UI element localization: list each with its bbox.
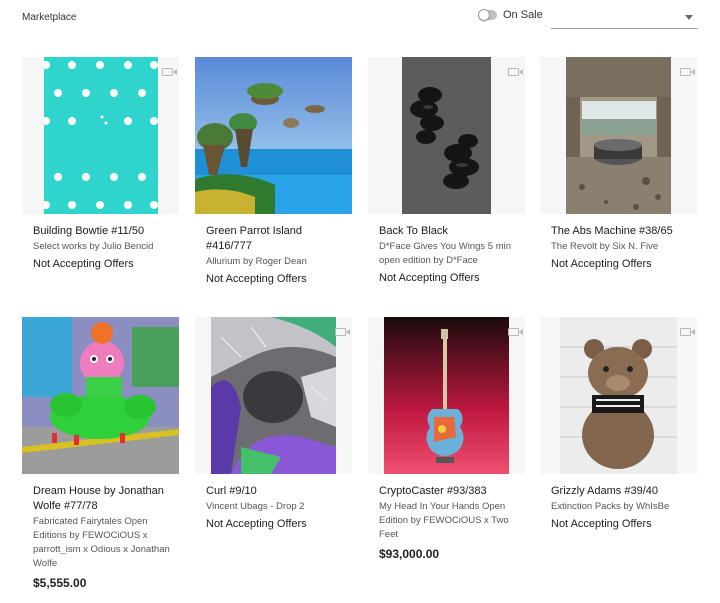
- sort-select[interactable]: [551, 5, 698, 29]
- collection-name[interactable]: Select works by Julio Bencid: [33, 240, 173, 254]
- collection-name[interactable]: My Head In Your Hands Open Edition by FE…: [379, 500, 519, 542]
- offer-status: Not Accepting Offers: [379, 272, 480, 284]
- collection-name[interactable]: Allurium by Roger Dean: [206, 255, 346, 269]
- item-name[interactable]: CryptoCaster #93/383: [379, 484, 519, 499]
- artwork-image: [195, 57, 352, 214]
- artwork-thumbnail[interactable]: [22, 317, 179, 474]
- artwork-thumbnail[interactable]: [22, 57, 179, 214]
- item-name[interactable]: Dream House by Jonathan Wolfe #77/78: [33, 484, 173, 514]
- item-name[interactable]: The Abs Machine #38/65: [551, 224, 691, 239]
- page-title: Marketplace: [22, 12, 77, 23]
- artwork-thumbnail[interactable]: [195, 317, 352, 474]
- artwork-thumbnail[interactable]: [540, 57, 697, 214]
- item-name[interactable]: Curl #9/10: [206, 484, 346, 499]
- collection-name[interactable]: Vincent Ubags - Drop 2: [206, 500, 346, 514]
- offer-status: Not Accepting Offers: [33, 258, 134, 270]
- artwork-image: [560, 317, 677, 474]
- chevron-down-icon[interactable]: [685, 15, 693, 20]
- artwork-thumbnail[interactable]: [540, 317, 697, 474]
- video-icon: [680, 328, 695, 336]
- collection-name[interactable]: Fabricated Fairytales Open Editions by F…: [33, 515, 173, 571]
- collection-name[interactable]: Extinction Packs by WhIsBe: [551, 500, 691, 514]
- artwork-thumbnail[interactable]: [195, 57, 352, 214]
- video-icon: [162, 68, 177, 76]
- item-name[interactable]: Building Bowtie #11/50: [33, 224, 173, 239]
- artwork-image: [211, 317, 336, 474]
- artwork-image: [402, 57, 491, 214]
- on-sale-label: On Sale: [503, 9, 543, 21]
- artwork-image: [44, 57, 158, 214]
- price-label: $93,000.00: [379, 547, 440, 561]
- video-icon: [508, 68, 523, 76]
- collection-name[interactable]: The Revolt by Six N. Five: [551, 240, 691, 254]
- toggle-knob[interactable]: [478, 9, 490, 21]
- price-label: $5,555.00: [33, 576, 87, 590]
- item-name[interactable]: Back To Black: [379, 224, 519, 239]
- offer-status: Not Accepting Offers: [551, 258, 652, 270]
- video-icon: [680, 68, 695, 76]
- item-name[interactable]: Grizzly Adams #39/40: [551, 484, 691, 499]
- video-icon: [335, 328, 350, 336]
- artwork-thumbnail[interactable]: [368, 57, 525, 214]
- artwork-image: [566, 57, 671, 214]
- offer-status: Not Accepting Offers: [551, 518, 652, 530]
- offer-status: Not Accepting Offers: [206, 518, 307, 530]
- video-icon: [508, 328, 523, 336]
- artwork-image: [384, 317, 509, 474]
- on-sale-toggle[interactable]: [478, 9, 497, 21]
- collection-name[interactable]: D*Face Gives You Wings 5 min open editio…: [379, 240, 519, 268]
- offer-status: Not Accepting Offers: [206, 273, 307, 285]
- artwork-thumbnail[interactable]: [368, 317, 525, 474]
- marketplace-header: Marketplace On Sale: [0, 0, 720, 40]
- artwork-image: [22, 317, 179, 474]
- item-name[interactable]: Green Parrot Island #416/777: [206, 224, 346, 254]
